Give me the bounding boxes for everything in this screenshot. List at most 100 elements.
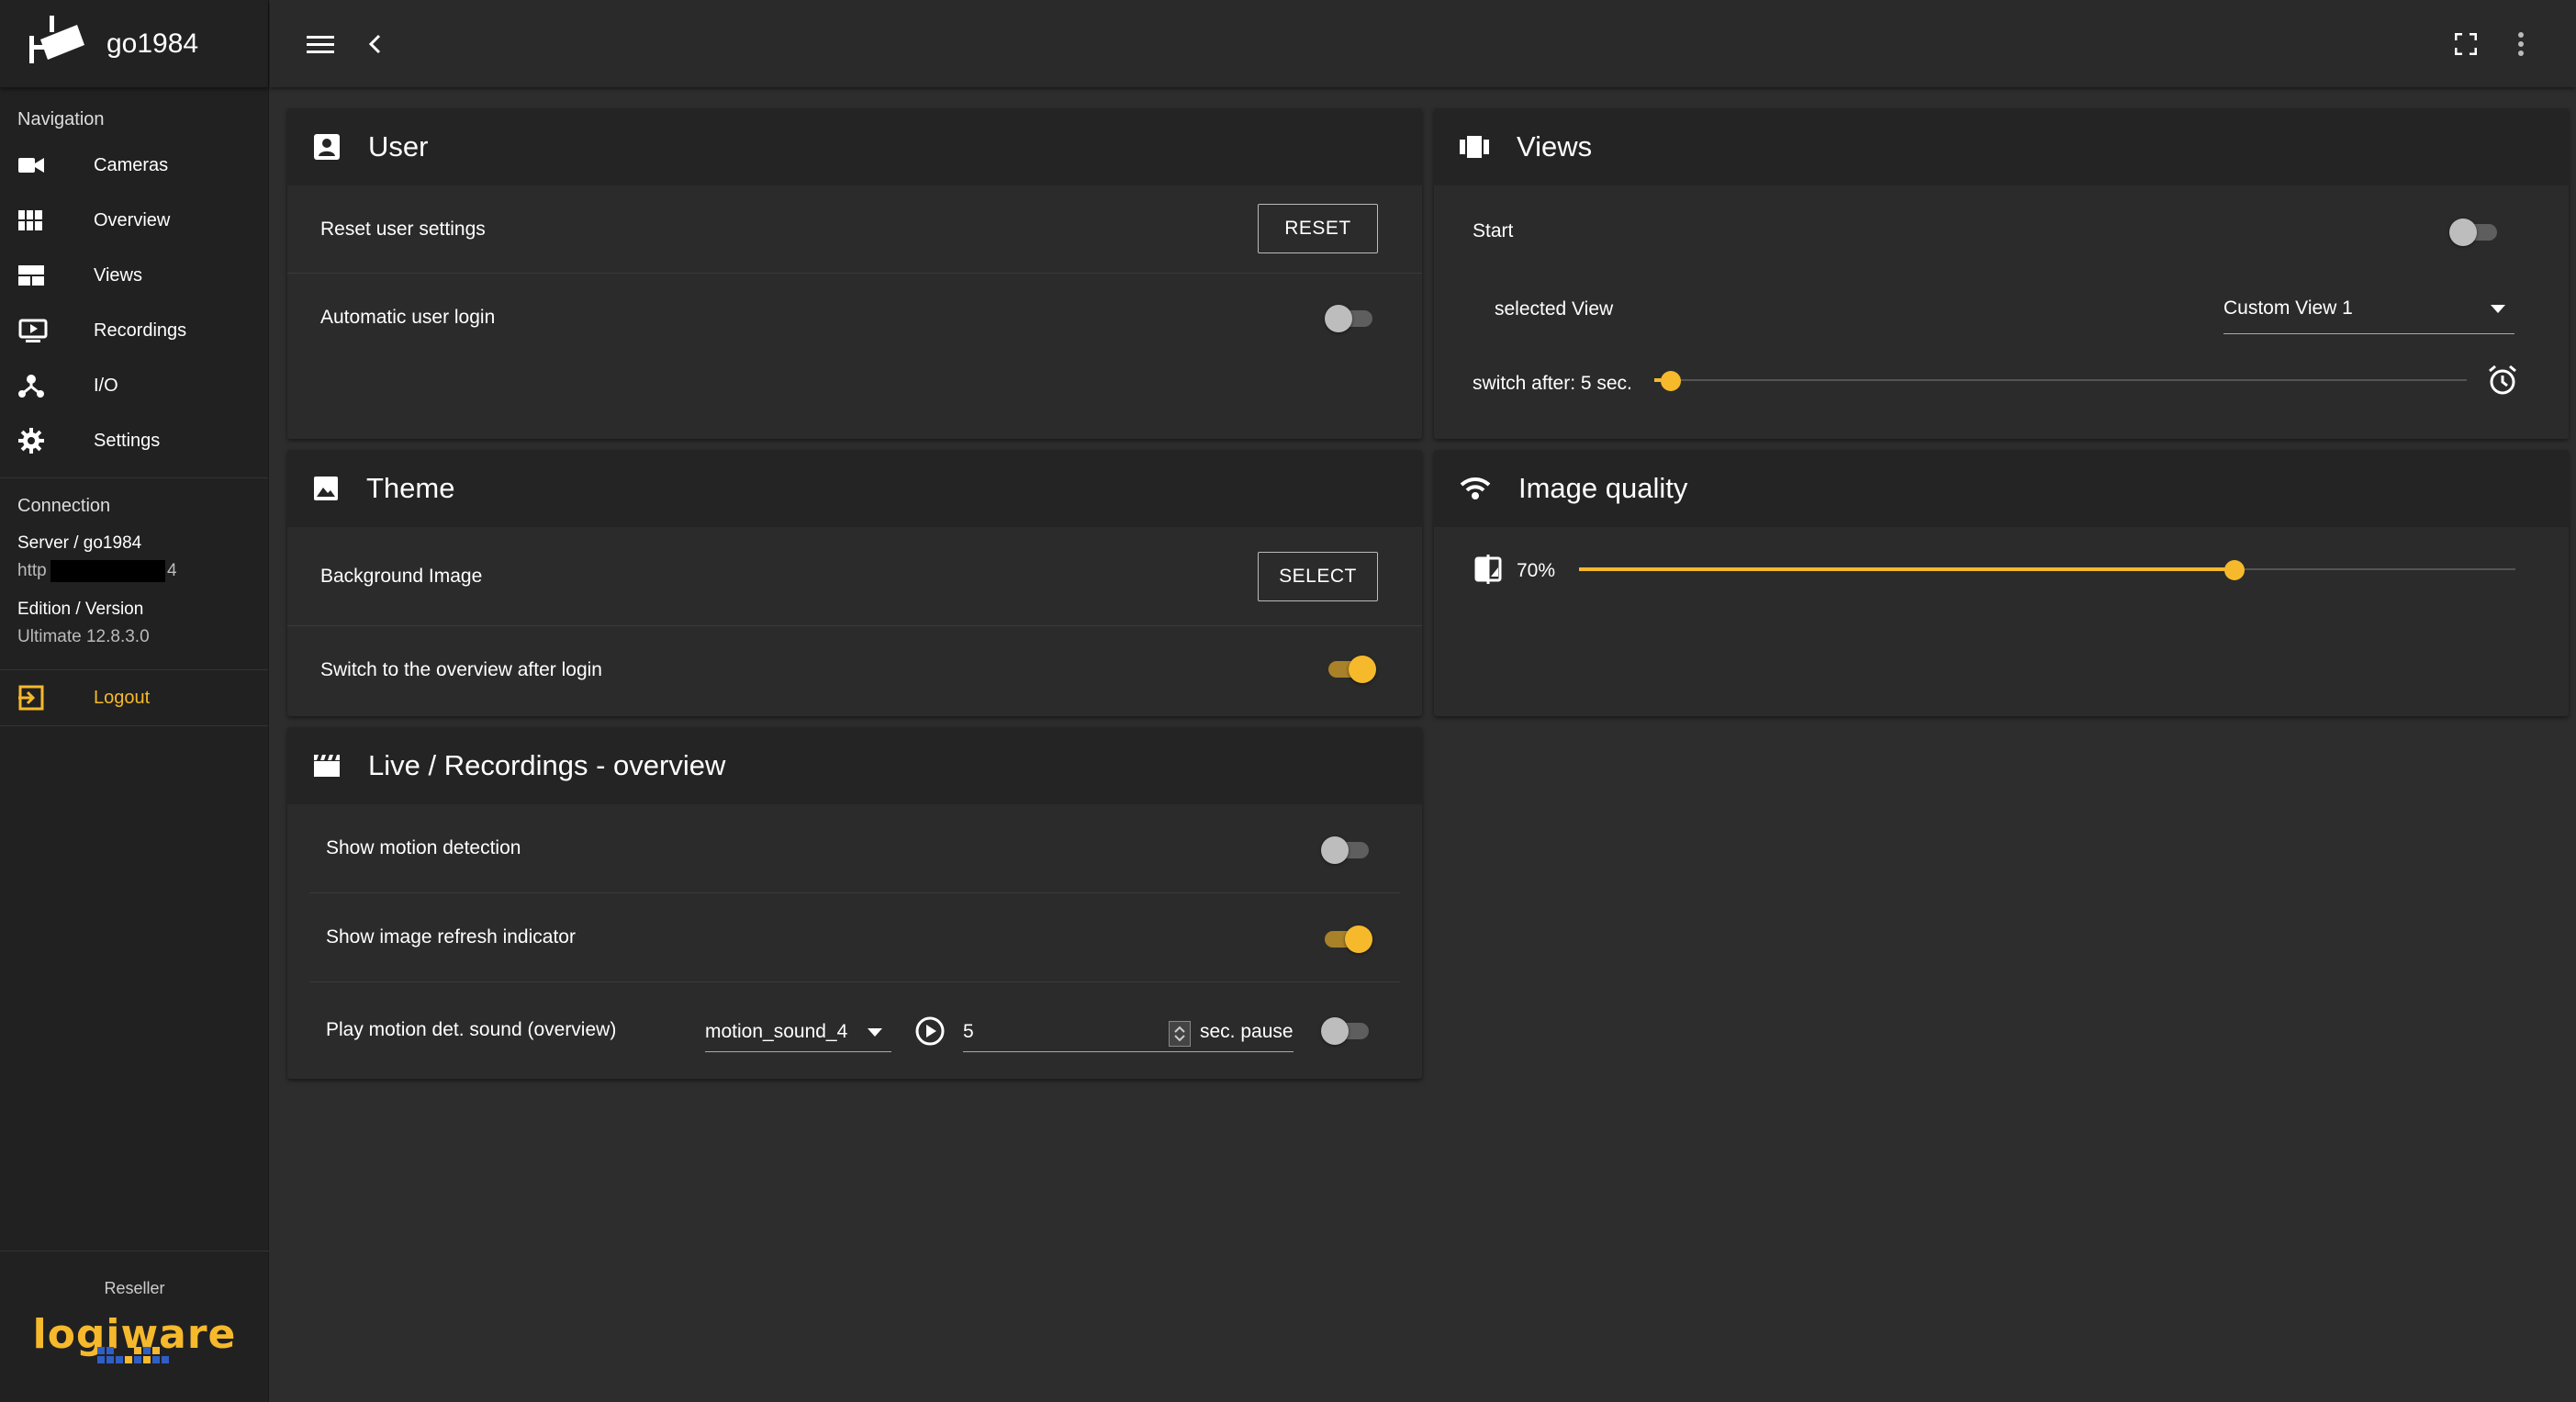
play-sound-button[interactable] <box>914 1015 946 1052</box>
redacted-block <box>50 560 165 582</box>
motion-sound-select[interactable]: motion_sound_4 <box>705 1012 891 1052</box>
video-camera-icon <box>18 151 51 179</box>
auto-login-row: Automatic user login <box>287 274 1422 362</box>
number-stepper-icon[interactable] <box>1169 1021 1191 1047</box>
hamburger-icon <box>307 35 334 53</box>
logout-label: Logout <box>94 687 151 708</box>
motion-detection-label: Show motion detection <box>326 837 521 858</box>
view-carousel-icon <box>1460 136 1489 158</box>
server-label: Server / go1984 <box>17 533 142 553</box>
auto-login-label: Automatic user login <box>320 307 496 328</box>
views-card: Views Start selected View Custom View 1 … <box>1434 108 2569 439</box>
motion-detection-switch[interactable] <box>1321 835 1372 864</box>
image-icon <box>314 477 338 500</box>
more-options-button[interactable] <box>2493 17 2548 72</box>
theme-card-header: Theme <box>287 450 1422 527</box>
sidebar-item-recordings[interactable]: Recordings <box>0 303 268 358</box>
switch-after-slider[interactable] <box>1654 366 2467 394</box>
selected-view-value: Custom View 1 <box>2223 297 2353 319</box>
theme-card: Theme Background Image SELECT Switch to … <box>287 450 1422 716</box>
sidebar: go1984 Navigation Cameras Overview Views… <box>0 0 269 1402</box>
image-quality-slider[interactable] <box>1579 555 2515 583</box>
menu-button[interactable] <box>293 17 348 72</box>
app-title: go1984 <box>106 28 199 59</box>
reset-settings-row: Reset user settings RESET <box>287 185 1422 274</box>
server-url-end: 4 <box>167 561 177 580</box>
selected-view-label: selected View <box>1495 298 1614 320</box>
motion-sound-row: Play motion det. sound (overview) motion… <box>309 982 1400 1078</box>
live-recordings-card: Live / Recordings - overview Show motion… <box>287 727 1422 1079</box>
fullscreen-button[interactable] <box>2438 17 2493 72</box>
server-url: http 4 <box>0 557 268 585</box>
refresh-indicator-row: Show image refresh indicator <box>309 893 1400 982</box>
start-label: Start <box>1473 220 1514 241</box>
reseller-label: Reseller <box>104 1279 165 1297</box>
back-button[interactable] <box>348 17 403 72</box>
user-card-header: User <box>287 108 1422 185</box>
reseller-section: Reseller logiware <box>0 1251 269 1402</box>
switch-overview-switch[interactable] <box>1325 654 1376 683</box>
pause-seconds-input[interactable]: 5 sec. pause <box>963 1012 1294 1052</box>
sidebar-item-label: Settings <box>94 430 161 451</box>
play-circle-icon <box>915 1016 945 1046</box>
sidebar-item-label: Overview <box>94 209 171 230</box>
top-bar <box>270 0 2576 87</box>
clapperboard-icon <box>314 755 340 777</box>
sidebar-item-overview[interactable]: Overview <box>0 193 268 248</box>
navigation-label: Navigation <box>17 109 105 129</box>
selected-view-select[interactable]: Custom View 1 <box>2223 283 2514 334</box>
image-quality-value: 70% <box>1517 560 1556 581</box>
more-vertical-icon <box>2518 31 2524 56</box>
alarm-clock-icon[interactable] <box>2486 364 2519 401</box>
logo-pixel-bar-icon <box>96 1347 169 1363</box>
card-title: User <box>368 130 429 163</box>
background-image-row: Background Image SELECT <box>287 527 1422 626</box>
views-card-header: Views <box>1434 108 2569 185</box>
switch-after-label: switch after: 5 sec. <box>1473 373 1632 394</box>
edition-value: Ultimate 12.8.3.0 <box>17 627 150 646</box>
pause-seconds-value: 5 <box>963 1020 974 1042</box>
camera-logo-icon <box>28 16 86 72</box>
motion-detection-row: Show motion detection <box>309 804 1400 893</box>
sidebar-item-label: Views <box>94 264 142 286</box>
sidebar-item-cameras[interactable]: Cameras <box>0 138 268 193</box>
sidebar-header: go1984 <box>0 0 268 87</box>
account-box-icon <box>314 134 340 160</box>
image-quality-body: 70% <box>1434 527 2569 716</box>
start-switch[interactable] <box>2449 217 2501 246</box>
sidebar-divider <box>0 725 268 726</box>
motion-sound-switch[interactable] <box>1321 1015 1372 1045</box>
sidebar-item-settings[interactable]: Settings <box>0 413 268 468</box>
chevron-left-icon <box>368 34 381 53</box>
server-url-start: http <box>17 561 47 580</box>
image-quality-card: Image quality 70% <box>1434 450 2569 716</box>
sidebar-item-label: Cameras <box>94 154 169 175</box>
motion-sound-value: motion_sound_4 <box>705 1020 848 1042</box>
switch-overview-row: Switch to the overview after login <box>287 626 1422 714</box>
auto-login-switch[interactable] <box>1325 303 1376 332</box>
sidebar-item-label: I/O <box>94 375 118 396</box>
refresh-indicator-label: Show image refresh indicator <box>326 926 576 948</box>
gear-icon <box>18 427 51 454</box>
chevron-down-icon <box>868 1027 882 1037</box>
live-card-header: Live / Recordings - overview <box>287 727 1422 804</box>
recordings-icon <box>18 317 51 344</box>
logout-button[interactable]: Logout <box>0 670 268 725</box>
select-button[interactable]: SELECT <box>1258 552 1378 601</box>
logout-icon <box>18 684 51 712</box>
connection-label: Connection <box>17 496 111 516</box>
image-quality-card-header: Image quality <box>1434 450 2569 527</box>
reset-button[interactable]: RESET <box>1258 204 1378 253</box>
compare-quality-icon <box>1474 555 1502 589</box>
reset-settings-label: Reset user settings <box>320 218 486 240</box>
edition-label: Edition / Version <box>17 600 144 619</box>
logiware-logo[interactable]: logiware <box>33 1311 237 1363</box>
sidebar-divider <box>0 477 268 478</box>
sidebar-item-io[interactable]: I/O <box>0 358 268 413</box>
card-title: Live / Recordings - overview <box>368 749 726 781</box>
signal-wifi-icon <box>1460 477 1491 499</box>
switch-overview-label: Switch to the overview after login <box>320 659 602 680</box>
sidebar-item-views[interactable]: Views <box>0 248 268 303</box>
card-title: Theme <box>366 472 455 504</box>
refresh-indicator-switch[interactable] <box>1321 924 1372 953</box>
